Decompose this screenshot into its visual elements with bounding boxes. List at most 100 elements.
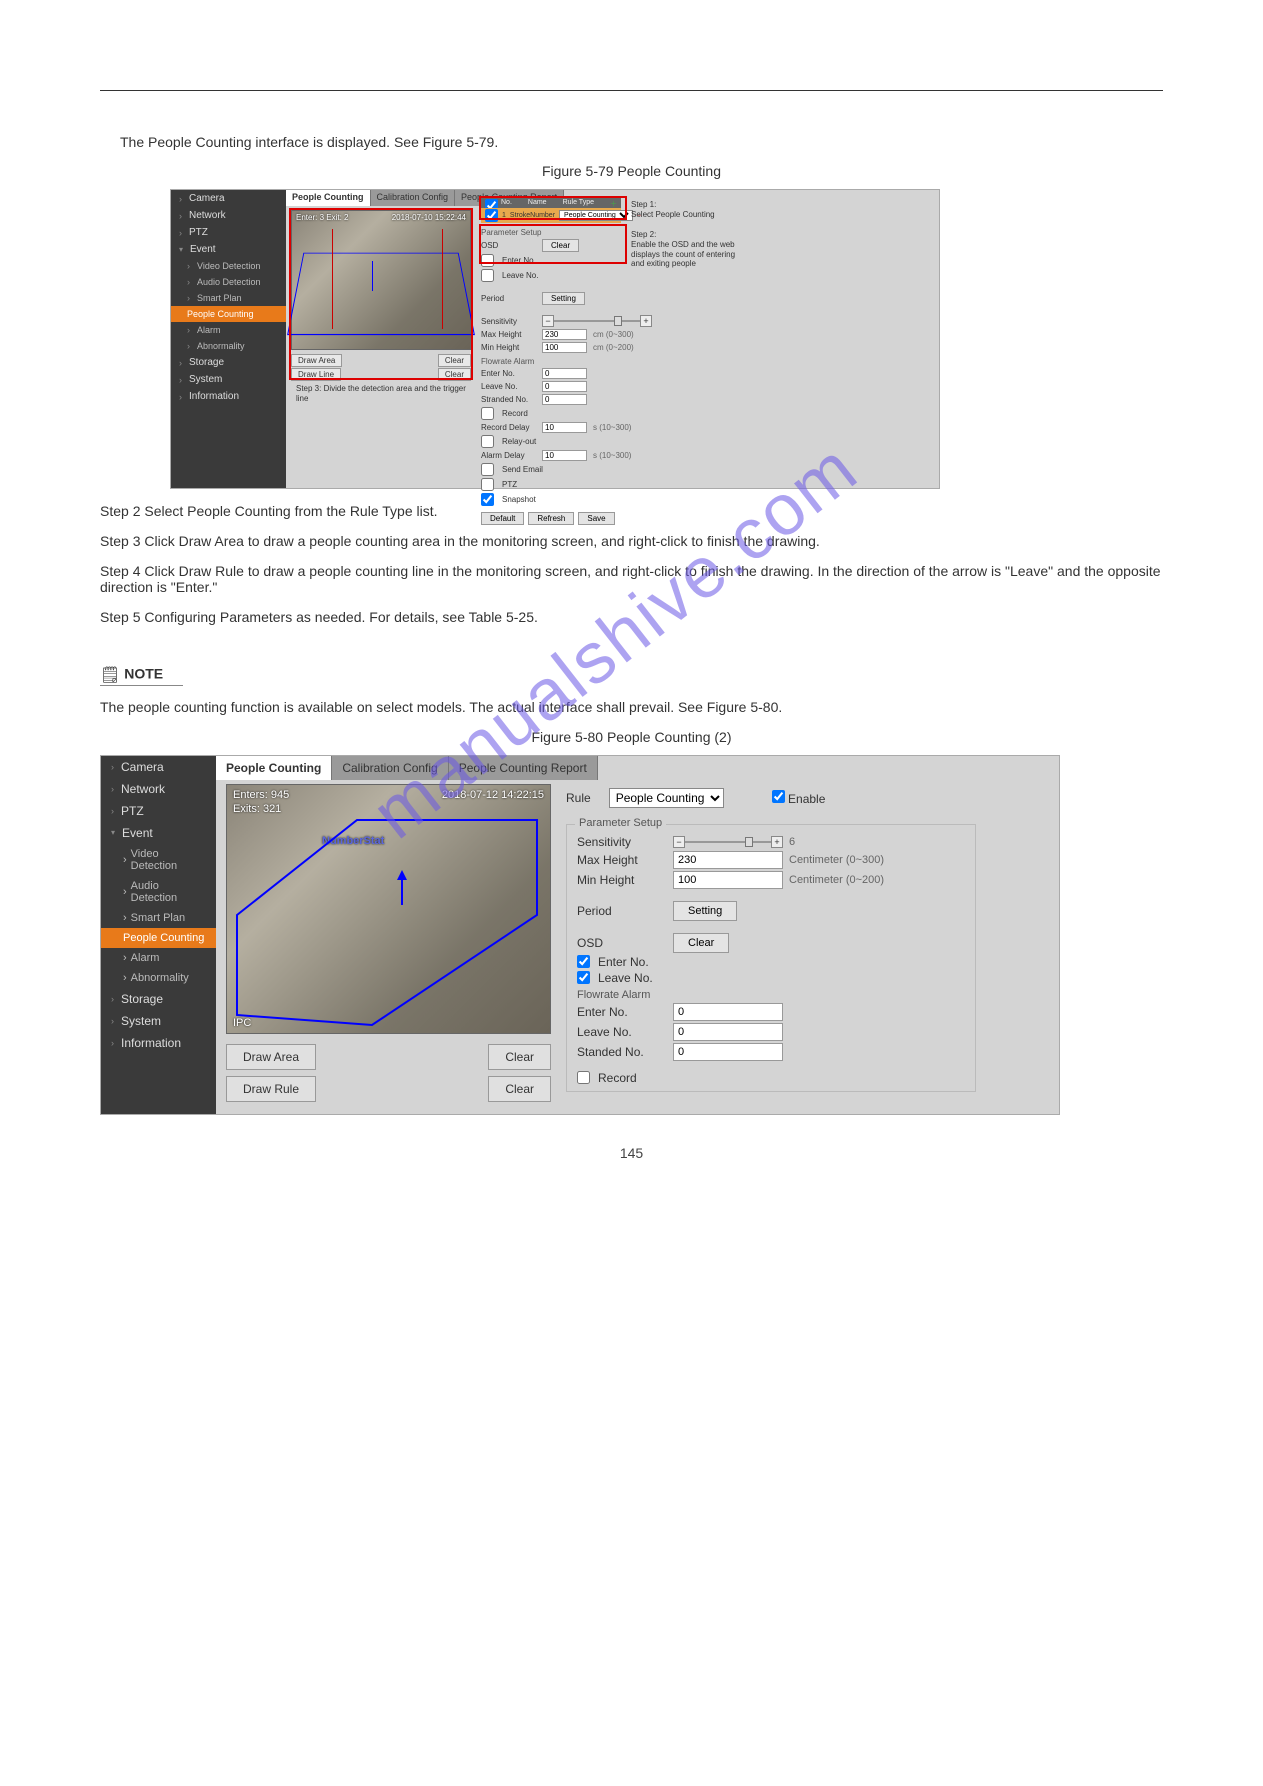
sidebar-item-ptz[interactable]: PTZ [171, 224, 286, 241]
alarm-delay-input[interactable] [542, 450, 587, 461]
clear-button[interactable]: Clear [488, 1044, 551, 1070]
leave-no-label: Leave No. [598, 971, 653, 985]
max-height-input[interactable] [673, 851, 783, 869]
rule-row-checkbox[interactable] [485, 209, 498, 222]
min-height-unit: cm (0~200) [593, 343, 634, 352]
record-checkbox[interactable] [577, 1071, 590, 1084]
tab-people-counting[interactable]: People Counting [216, 756, 332, 780]
sidebar-item-camera[interactable]: Camera [171, 190, 286, 207]
sidebar-item-camera[interactable]: Camera [101, 756, 216, 778]
sidebar-item-information[interactable]: Information [101, 1032, 216, 1054]
sidebar-item-storage[interactable]: Storage [101, 988, 216, 1010]
clear-button-2[interactable]: Clear [438, 368, 471, 381]
leave-no-label2: Leave No. [577, 1025, 667, 1039]
period-label: Period [481, 294, 536, 303]
max-height-unit: Centimeter (0~300) [789, 854, 884, 866]
sidebar-item-network[interactable]: Network [171, 207, 286, 224]
save-button[interactable]: Save [578, 512, 614, 525]
screenshot-1: Camera Network PTZ Event Video Detection… [170, 189, 940, 489]
record-delay-label: Record Delay [481, 423, 536, 432]
tabs-2: People Counting Calibration Config Peopl… [216, 756, 598, 780]
tab-people-counting[interactable]: People Counting [286, 190, 371, 206]
enter-no-input[interactable] [542, 368, 587, 379]
enter-no-label2: Enter No. [577, 1005, 667, 1019]
draw-area-button[interactable]: Draw Area [226, 1044, 316, 1070]
leave-no-checkbox[interactable] [577, 971, 590, 984]
sidebar-item-event[interactable]: Event [171, 241, 286, 258]
period-setting-button[interactable]: Setting [542, 292, 585, 305]
draw-area-button[interactable]: Draw Area [291, 354, 342, 367]
min-height-input[interactable] [673, 871, 783, 889]
figure-label-2: Figure 5-80 People Counting (2) [100, 729, 1163, 745]
sidebar-item-people-counting[interactable]: People Counting [171, 306, 286, 322]
clear-button[interactable]: Clear [438, 354, 471, 367]
config-panel-2: Parameter Setup Sensitivity −+ 6 Max Hei… [566, 814, 976, 1092]
sidebar-item-audio-detection[interactable]: › Audio Detection [101, 876, 216, 908]
alarm-delay-label: Alarm Delay [481, 451, 536, 460]
min-height-input[interactable] [542, 342, 587, 353]
leave-no-checkbox[interactable] [481, 269, 494, 282]
tab-calibration-config[interactable]: Calibration Config [371, 190, 456, 206]
sensitivity-label: Sensitivity [577, 835, 667, 849]
sidebar-item-audio-detection[interactable]: Audio Detection [171, 274, 286, 290]
rule-name: StrokeNumber [510, 212, 555, 219]
clear-osd-button[interactable]: Clear [673, 933, 729, 953]
leave-no-input[interactable] [673, 1023, 783, 1041]
enable-label: Enable [788, 792, 825, 806]
max-height-input[interactable] [542, 329, 587, 340]
stranded-no-input[interactable] [542, 394, 587, 405]
sidebar-item-people-counting[interactable]: People Counting [101, 928, 216, 948]
sidebar-item-ptz[interactable]: PTZ [101, 800, 216, 822]
sidebar-item-smart-plan[interactable]: › Smart Plan [101, 908, 216, 928]
send-email-label: Send Email [502, 465, 543, 474]
tab-people-counting-report[interactable]: People Counting Report [449, 756, 598, 780]
enter-no-input[interactable] [673, 1003, 783, 1021]
sidebar-item-smart-plan[interactable]: Smart Plan [171, 290, 286, 306]
tab-calibration-config[interactable]: Calibration Config [332, 756, 448, 780]
sidebar-item-system[interactable]: System [171, 371, 286, 388]
sensitivity-slider[interactable]: −+ [673, 836, 783, 848]
sidebar-item-alarm[interactable]: › Alarm [101, 948, 216, 968]
sidebar-item-video-detection[interactable]: Video Detection [171, 258, 286, 274]
sidebar-label: Video Detection [197, 261, 260, 271]
relayout-checkbox[interactable] [481, 435, 494, 448]
sidebar-item-network[interactable]: Network [101, 778, 216, 800]
draw-rule-button[interactable]: Draw Rule [226, 1076, 316, 1102]
record-delay-input[interactable] [542, 422, 587, 433]
enable-checkbox[interactable] [772, 790, 785, 803]
osd-label: OSD [481, 241, 536, 250]
callout-step1: Step 1: Select People Counting [631, 200, 741, 219]
rule-select[interactable]: People Counting [609, 788, 724, 808]
rule-row-1: 1 StrokeNumber People Counting – [481, 208, 621, 223]
sidebar-item-event[interactable]: Event [101, 822, 216, 844]
refresh-button[interactable]: Refresh [528, 512, 574, 525]
send-email-checkbox[interactable] [481, 463, 494, 476]
sidebar-item-abnormality[interactable]: › Abnormality [101, 968, 216, 988]
period-setting-button[interactable]: Setting [673, 901, 737, 921]
sidebar-item-video-detection[interactable]: › Video Detection [101, 844, 216, 876]
sidebar-label: Video Detection [131, 848, 206, 872]
relayout-label: Relay-out [502, 437, 536, 446]
enter-no-label: Enter No. [502, 256, 536, 265]
enter-no-checkbox[interactable] [481, 254, 494, 267]
ptz-checkbox[interactable] [481, 478, 494, 491]
draw-line-button[interactable]: Draw Line [291, 368, 341, 381]
enter-no-checkbox[interactable] [577, 955, 590, 968]
stranded-no-input[interactable] [673, 1043, 783, 1061]
record-checkbox[interactable] [481, 407, 494, 420]
snapshot-checkbox[interactable] [481, 493, 494, 506]
clear-osd-button[interactable]: Clear [542, 239, 579, 252]
sidebar-item-alarm[interactable]: Alarm [171, 322, 286, 338]
rule-type-select[interactable]: People Counting [559, 210, 633, 221]
leave-no-input[interactable] [542, 381, 587, 392]
sensitivity-label: Sensitivity [481, 317, 536, 326]
sidebar-item-abnormality[interactable]: Abnormality [171, 338, 286, 354]
figure-label-1: Figure 5-79 People Counting [100, 163, 1163, 179]
sidebar-item-system[interactable]: System [101, 1010, 216, 1032]
default-button[interactable]: Default [481, 512, 524, 525]
snapshot-label: Snapshot [502, 495, 536, 504]
clear-button-2[interactable]: Clear [488, 1076, 551, 1102]
sensitivity-slider[interactable]: −+ [542, 315, 652, 327]
sidebar-item-storage[interactable]: Storage [171, 354, 286, 371]
sidebar-item-information[interactable]: Information [171, 388, 286, 405]
